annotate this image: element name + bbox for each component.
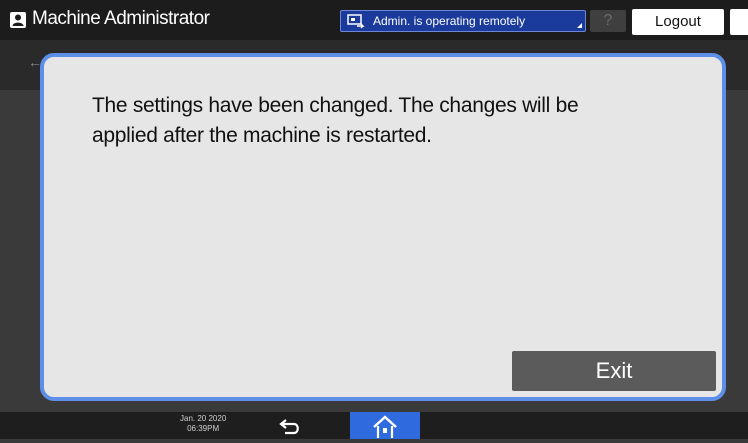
- return-arrow-icon: [279, 419, 299, 435]
- expand-corner-icon: [577, 23, 582, 28]
- footer-bar: Jan. 20 2020 06:39PM: [0, 412, 748, 439]
- home-button[interactable]: [350, 412, 420, 439]
- help-button[interactable]: ?: [590, 10, 626, 32]
- user-name-label: Machine Administrator: [32, 8, 210, 29]
- restart-notice-dialog: The settings have been changed. The chan…: [40, 53, 726, 401]
- home-icon: [373, 415, 397, 438]
- dialog-message: The settings have been changed. The chan…: [92, 94, 579, 147]
- return-button[interactable]: [272, 414, 308, 438]
- exit-button[interactable]: Exit: [512, 351, 716, 391]
- clock-date: Jan. 20 2020: [180, 414, 227, 423]
- remote-operation-icon: [347, 14, 365, 34]
- header-bar: Machine Administrator Admin. is operatin…: [0, 0, 748, 40]
- remote-status-banner[interactable]: Admin. is operating remotely: [340, 10, 586, 32]
- clock: Jan. 20 2020 06:39PM: [180, 414, 226, 434]
- clock-time: 06:39PM: [187, 424, 220, 433]
- energy-saver-button[interactable]: [730, 9, 748, 35]
- user-icon: [10, 12, 26, 28]
- remote-status-text: Admin. is operating remotely: [373, 14, 526, 28]
- moon-icon: [738, 15, 745, 29]
- logout-button[interactable]: Logout: [632, 9, 724, 35]
